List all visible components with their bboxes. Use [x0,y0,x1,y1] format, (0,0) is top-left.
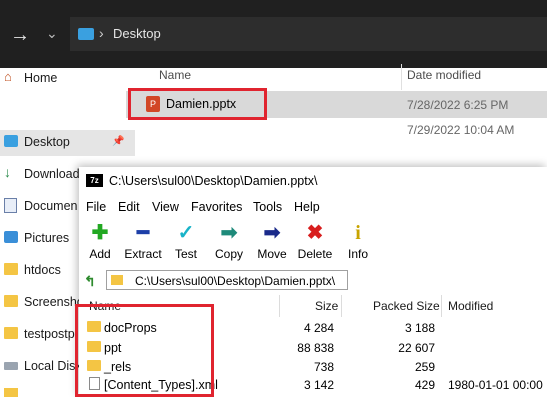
up-folder-icon[interactable]: ↰ [84,273,100,289]
archive-item-packed-size: 259 [414,360,435,374]
pictures-icon [4,231,18,243]
move-icon: ➡ [263,222,281,244]
menu-view[interactable]: View [152,200,179,214]
add-icon: ✚ [91,222,109,244]
test-icon: ✓ [177,222,195,244]
7zip-address-text: C:\Users\sul00\Desktop\Damien.pptx\ [135,274,336,288]
menu-help[interactable]: Help [294,200,320,214]
column-divider[interactable] [441,295,442,317]
nav-item-label: Pictures [24,231,70,245]
desktop-icon [78,28,94,40]
menu-tools[interactable]: Tools [253,200,282,214]
folder-icon [4,388,18,397]
nav-item-label: Desktop [24,135,70,149]
folder-icon [4,263,18,275]
toolbar-label: Info [347,247,368,261]
copy-icon: ➡ [220,222,238,244]
chevron-down-icon[interactable]: ⌄ [46,25,58,42]
file-date: 7/29/2022 10:04 AM [407,123,515,137]
highlight-box [128,88,267,120]
column-divider[interactable] [279,295,280,317]
folder-icon [111,275,123,285]
archive-item-packed-size: 22 607 [398,341,435,355]
archive-item-size: 738 [313,360,334,374]
column-divider[interactable] [401,64,402,90]
archive-item-modified: 1980-01-01 00:00 [448,378,543,392]
explorer-toolbar: → ⌄ › Desktop [0,0,547,68]
column-header-packed-size[interactable]: Packed Size [373,299,440,313]
nav-item-label: Home [24,71,58,85]
column-header-date[interactable]: Date modified [407,68,481,90]
disk-icon [4,362,18,370]
info-button[interactable]: i Info [338,223,378,263]
column-divider[interactable] [341,295,342,317]
7zip-address-row: ↰ C:\Users\sul00\Desktop\Damien.pptx\ [79,270,547,292]
column-header-modified[interactable]: Modified [448,299,493,313]
nav-item-label: Local Disk [24,359,82,373]
address-path: Desktop [113,26,161,41]
address-bar[interactable]: › Desktop [70,17,547,51]
7zip-title-bar: 7z C:\Users\sul00\Desktop\Damien.pptx\ [79,167,547,195]
archive-item-packed-size: 3 188 [404,321,435,335]
file-date: 7/28/2022 6:25 PM [407,98,509,112]
delete-icon: ✖ [306,222,324,244]
extract-icon: ━ [136,222,150,244]
menu-favorites[interactable]: Favorites [191,200,242,214]
column-header-size[interactable]: Size [315,299,338,313]
column-header-name[interactable]: Name [159,68,191,90]
home-icon: ⌂ [4,69,12,84]
nav-item-label: Download [24,167,80,181]
chevron-right-icon: › [99,25,104,41]
nav-item-home[interactable]: ⌂ Home [0,66,135,92]
archive-item-size: 4 284 [303,321,334,335]
desktop-icon [4,135,18,147]
archive-item-packed-size: 429 [414,378,435,392]
documents-icon [4,198,17,213]
pin-icon[interactable]: 📌 [112,136,124,147]
folder-icon [4,295,18,307]
7zip-logo-icon: 7z [86,174,103,187]
info-icon: i [355,222,361,244]
nav-item-label: Documen [24,199,78,213]
window-title: C:\Users\sul00\Desktop\Damien.pptx\ [109,174,318,188]
nav-item-label: testpostp [24,327,75,341]
highlight-box [75,304,214,397]
folder-icon [4,327,18,339]
download-icon: ↓ [4,164,11,180]
forward-arrow-icon[interactable]: → [10,24,30,47]
menu-edit[interactable]: Edit [118,200,140,214]
nav-item-desktop[interactable]: Desktop 📌 [0,130,135,156]
archive-item-size: 3 142 [303,378,334,392]
menu-file[interactable]: File [86,200,106,214]
nav-item-label: htdocs [24,263,61,277]
7zip-address-field[interactable]: C:\Users\sul00\Desktop\Damien.pptx\ [106,270,348,290]
archive-item-size: 88 838 [297,341,334,355]
